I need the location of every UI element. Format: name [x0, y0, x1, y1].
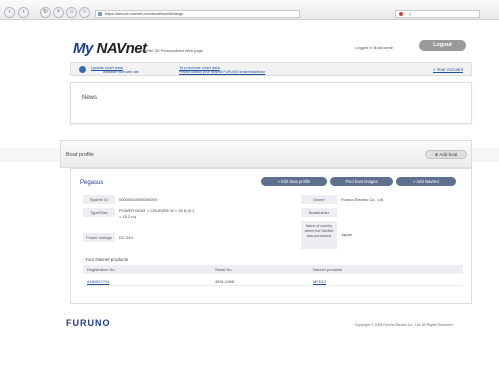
mynavnet-logo[interactable]: My NAVnet [73, 40, 147, 57]
serial-no-value: 4591-0495 [215, 279, 235, 284]
dealer-link[interactable]: Please contact your nearest FURUNO deale… [179, 70, 265, 74]
col-serial-no: Serial No. [215, 267, 233, 272]
logo-my-text: My [73, 40, 97, 57]
info-icon [79, 66, 86, 73]
navnet-product-link[interactable]: MFD12 [313, 279, 326, 284]
update-chart-sublink[interactable]: available from web site [103, 70, 139, 74]
furuno-logo: FURUNO [66, 318, 111, 328]
search-field[interactable]: g [395, 10, 480, 18]
owner-value: Furuno Electric Co., Ltd. [341, 197, 385, 202]
your-account-link[interactable]: » Your Account [433, 67, 463, 72]
bookmark-icon[interactable]: ☆ [79, 7, 90, 18]
forward-icon[interactable]: › [18, 7, 29, 18]
boat-profile-title: Boat profile [66, 152, 94, 158]
system-id-label: System ID [83, 195, 115, 204]
power-voltage-label: Power Voltage [83, 233, 115, 242]
add-boat-button[interactable]: ⊕ Add boat [425, 150, 467, 159]
reload-icon[interactable]: ↻ [40, 7, 51, 18]
search-engine-icon [399, 12, 403, 16]
edit-boat-profile-button[interactable]: » Edit boat profile [261, 177, 327, 186]
address-text: https://secure.navnet.com/boat/boatSetti… [105, 11, 184, 16]
user-info: Logged in Boat name [355, 45, 394, 50]
owner-label: Owner [301, 195, 337, 204]
purchase-country-value: Japan [341, 232, 352, 237]
search-text: g [409, 11, 412, 16]
system-id-value: 00000000000000000 [119, 197, 157, 202]
type-size-value-2: > 15.2 m) [119, 214, 137, 219]
boat-profile-header: Boat profile ⊕ Add boat [60, 140, 472, 168]
favicon-icon [98, 12, 102, 16]
add-navnet-button[interactable]: » Add NavNet [396, 177, 456, 186]
address-bar[interactable]: https://secure.navnet.com/boat/boatSetti… [95, 10, 300, 18]
purchase-country-label: Name of country where the NavNet was pur… [301, 221, 337, 249]
boat-profile-panel: Pegasus » Edit boat profile Find boat im… [70, 168, 472, 304]
find-boat-images-button[interactable]: Find boat images [330, 177, 393, 186]
news-title: News [82, 95, 98, 101]
copyright-text: Copyright © 2008 Furuno Electric Co., Lt… [355, 323, 453, 327]
home-icon[interactable]: ⌂ [66, 7, 77, 18]
boatbuilder-label: Boatbuilder [301, 208, 337, 217]
type-size-value-1: POWER BOAT > CRUISER/ M > 30 ft (9.1 [119, 208, 195, 213]
table-row: 0480007704 4591-0495 MFD12 [83, 277, 463, 286]
back-icon[interactable]: ‹ [4, 7, 15, 18]
logout-button[interactable]: Logout [419, 40, 466, 51]
stop-icon[interactable]: × [53, 7, 64, 18]
registered-products-title: Your Navnet products [85, 257, 129, 262]
purchase-country-label-line3: was purchased [306, 234, 332, 238]
power-voltage-value: DC 24V [119, 235, 134, 240]
news-panel: News [70, 82, 472, 124]
boat-name: Pegasus [80, 180, 104, 186]
col-navnet-products: Navnet products [313, 267, 343, 272]
type-size-label: Type/Size [83, 208, 115, 217]
registered-products-header: Registration No. Serial No. Navnet produ… [83, 265, 463, 274]
browser-toolbar: ‹ › ↻ × ⌂ ☆ https://secure.navnet.com/bo… [0, 0, 499, 20]
registration-no-link[interactable]: 0480007704 [87, 279, 109, 284]
logo-subtitle: NavNet 3D Personalized Web page [140, 48, 204, 53]
notice-bar: Update chart data available from web sit… [70, 62, 472, 76]
col-registration-no: Registration No. [87, 267, 116, 272]
